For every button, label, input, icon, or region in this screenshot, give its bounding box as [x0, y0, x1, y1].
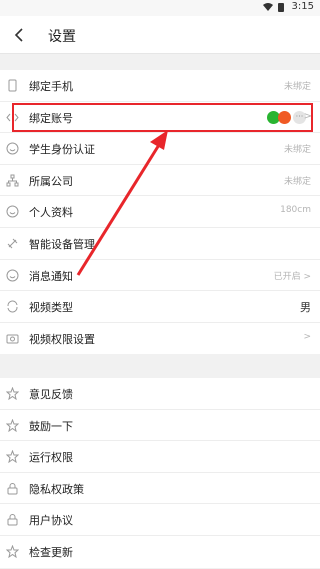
- row-label: 鼓励一下: [29, 419, 73, 433]
- lock-icon: [7, 514, 18, 526]
- row-value: 未绑定: [283, 145, 311, 156]
- smile-icon: [6, 269, 19, 282]
- status-bar: 3:15: [0, 0, 320, 16]
- setting-row-video-type[interactable]: 视频类型 男: [0, 291, 320, 323]
- row-label: 绑定手机: [29, 80, 73, 93]
- star-icon: [6, 544, 19, 558]
- page-title: 设置: [48, 29, 76, 45]
- row-label: 视频权限设置: [29, 332, 95, 346]
- row-label: 隐私权政策: [29, 482, 84, 496]
- taobao-icon: [278, 110, 291, 124]
- star-icon: [6, 450, 19, 464]
- phone-icon: [8, 79, 17, 92]
- row-label: 所属公司: [29, 174, 73, 188]
- setting-row-user-agreement[interactable]: 用户协议: [0, 504, 320, 536]
- linked-accounts: ···: [266, 110, 306, 125]
- row-label: 消息通知: [29, 269, 73, 283]
- wifi-icon: [263, 3, 273, 11]
- row-label: 个人资料: [29, 206, 73, 220]
- star-icon: [6, 418, 19, 432]
- smile-icon: [6, 142, 19, 155]
- star-icon: [6, 387, 19, 400]
- refresh-icon: [7, 300, 18, 313]
- row-label: 意见反馈: [29, 388, 73, 401]
- row-label: 视频类型: [29, 301, 73, 315]
- row-label: 运行权限: [29, 451, 73, 465]
- setting-row-privacy[interactable]: 隐私权政策: [0, 473, 320, 505]
- setting-row-video-permission[interactable]: 视频权限设置 >: [0, 323, 320, 355]
- setting-row-check-update[interactable]: 检查更新: [0, 536, 320, 568]
- camera-icon: [6, 334, 19, 344]
- row-value: 未绑定: [283, 82, 311, 92]
- status-time: 3:15: [291, 1, 314, 12]
- settings-group-about: 意见反馈 鼓励一下 运行权限 隐私权政策 用户协议 检查更新: [0, 378, 320, 568]
- setting-row-feedback[interactable]: 意见反馈: [0, 378, 320, 410]
- row-label: 检查更新: [29, 545, 73, 559]
- device-icon: [7, 238, 18, 249]
- setting-row-bind-phone[interactable]: 绑定手机 未绑定: [0, 70, 320, 102]
- row-label: 学生身份认证: [29, 143, 95, 157]
- row-value: >: [303, 331, 311, 342]
- setting-row-run-permission[interactable]: 运行权限: [0, 441, 320, 473]
- setting-row-notifications[interactable]: 消息通知 已开启 >: [0, 260, 320, 292]
- row-value: 男: [300, 301, 311, 315]
- setting-row-profile[interactable]: 个人资料 180cm: [0, 196, 320, 228]
- row-label: 用户协议: [29, 514, 73, 528]
- back-icon[interactable]: [10, 25, 30, 45]
- row-label: 绑定账号: [29, 111, 73, 125]
- row-value: 180cm: [280, 205, 311, 216]
- link-icon: [6, 113, 19, 121]
- setting-row-devices[interactable]: 智能设备管理: [0, 228, 320, 260]
- smile-icon: [6, 205, 19, 218]
- chevron-right-icon: >: [303, 110, 312, 122]
- settings-group-account: 绑定手机 未绑定 绑定账号 ··· > 学生身份认证 未绑定 所属公司 未绑定 …: [0, 70, 320, 355]
- lock-icon: [7, 482, 18, 495]
- setting-row-bind-account[interactable]: 绑定账号 ··· >: [0, 102, 320, 134]
- battery-icon: [278, 3, 284, 12]
- header-bar: 设置: [0, 16, 320, 54]
- setting-row-company[interactable]: 所属公司 未绑定: [0, 165, 320, 197]
- row-value: 已开启 >: [273, 271, 311, 282]
- setting-row-student-verify[interactable]: 学生身份认证 未绑定: [0, 133, 320, 165]
- row-label: 智能设备管理: [29, 237, 95, 251]
- setting-row-encourage[interactable]: 鼓励一下: [0, 410, 320, 442]
- row-value: 未绑定: [283, 176, 311, 187]
- org-icon: [6, 174, 19, 187]
